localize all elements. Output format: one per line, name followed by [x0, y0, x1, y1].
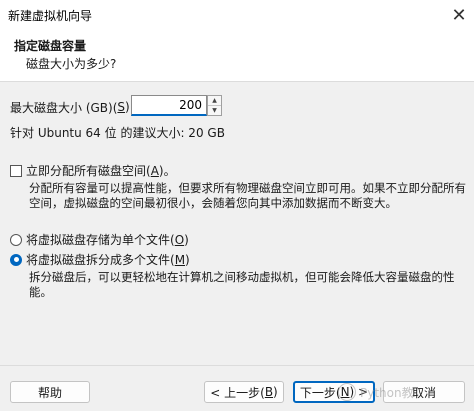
- next-button-suffix[interactable]: ) >: [350, 385, 369, 399]
- single-file-radio[interactable]: [10, 233, 22, 246]
- multiple-files-label-suffix[interactable]: ): [185, 253, 190, 267]
- allocate-all-label-suffix[interactable]: )。: [159, 162, 176, 179]
- spin-up-icon[interactable]: ▲: [208, 96, 221, 106]
- recommended-size-text: 针对 Ubuntu 64 位 的建议大小: 20 GB: [10, 126, 225, 140]
- disk-size-label-text: 最大磁盘大小 (GB)(: [10, 100, 118, 115]
- wizard-header: 指定磁盘容量 磁盘大小为多少?: [0, 30, 474, 82]
- back-button-accesskey[interactable]: B: [265, 385, 273, 399]
- next-button-label[interactable]: 下一步(: [300, 384, 341, 401]
- allocate-all-checkbox[interactable]: [10, 164, 22, 177]
- multiple-files-label[interactable]: 将虚拟磁盘拆分成多个文件(: [26, 251, 175, 268]
- back-button-suffix[interactable]: ): [273, 385, 278, 399]
- multiple-files-option[interactable]: 将虚拟磁盘拆分成多个文件(M): [10, 251, 190, 268]
- multiple-files-radio[interactable]: [10, 253, 22, 266]
- window-title: 新建虚拟机向导: [8, 8, 93, 23]
- single-file-label-suffix[interactable]: ): [184, 233, 189, 247]
- single-file-label[interactable]: 将虚拟磁盘存储为单个文件(: [26, 231, 175, 248]
- allocate-all-accesskey[interactable]: A: [151, 164, 159, 178]
- cancel-button[interactable]: 取消: [383, 381, 465, 403]
- back-button[interactable]: < 上一步(B): [204, 381, 284, 403]
- close-icon[interactable]: ✕: [444, 0, 474, 30]
- allocate-all-checkbox-row[interactable]: 立即分配所有磁盘空间(A)。: [10, 162, 176, 179]
- spin-down-icon[interactable]: ▼: [208, 106, 221, 115]
- title-bar: 新建虚拟机向导 ✕: [0, 0, 474, 30]
- footer-divider: [0, 365, 474, 366]
- disk-size-input[interactable]: [131, 95, 207, 116]
- disk-size-label: 最大磁盘大小 (GB)(S):: [10, 98, 134, 116]
- disk-size-label-accesskey: S: [117, 100, 126, 114]
- allocate-description: 分配所有容量可以提高性能，但要求所有物理磁盘空间立即可用。如果不立即分配所有空间…: [29, 181, 466, 210]
- page-title: 指定磁盘容量: [14, 39, 87, 53]
- single-file-option[interactable]: 将虚拟磁盘存储为单个文件(O): [10, 231, 189, 248]
- single-file-accesskey[interactable]: O: [175, 233, 184, 247]
- next-button-accesskey[interactable]: N: [341, 385, 350, 399]
- help-button[interactable]: 帮助: [10, 381, 90, 403]
- disk-size-spinner[interactable]: ▲ ▼: [207, 95, 222, 116]
- multiple-files-description: 拆分磁盘后，可以更轻松地在计算机之间移动虚拟机，但可能会降低大容量磁盘的性能。: [29, 270, 455, 299]
- back-button-label[interactable]: < 上一步(: [210, 384, 265, 401]
- multiple-files-accesskey[interactable]: M: [175, 253, 185, 267]
- next-button[interactable]: 下一步(N) >: [293, 381, 375, 403]
- page-subtitle: 磁盘大小为多少?: [26, 57, 117, 71]
- allocate-all-label[interactable]: 立即分配所有磁盘空间(: [26, 162, 151, 179]
